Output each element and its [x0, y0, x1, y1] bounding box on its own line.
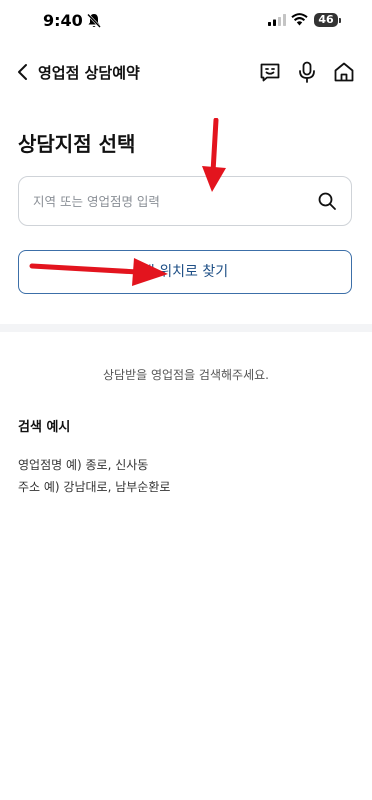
page-title: 영업점 상담예약	[38, 64, 140, 82]
search-example-address: 주소 예) 강남대로, 남부순환로	[18, 480, 171, 494]
microphone-icon[interactable]	[295, 60, 319, 84]
branch-search-input[interactable]	[19, 177, 309, 225]
nav-bar: 영업점 상담예약	[0, 52, 372, 92]
home-icon[interactable]	[332, 60, 356, 84]
chatbot-icon[interactable]	[258, 60, 282, 84]
wifi-icon	[291, 13, 308, 26]
back-button[interactable]	[14, 61, 32, 83]
find-by-my-location-button[interactable]: 내 위치로 찾기	[18, 250, 352, 294]
search-hint-text: 상담받을 영업점을 검색해주세요.	[102, 368, 269, 382]
search-icon[interactable]	[317, 191, 337, 211]
status-time: 9:40	[43, 11, 83, 30]
status-bar: 9:40 46	[0, 0, 372, 44]
section-divider	[0, 324, 372, 332]
branch-search-box	[18, 176, 352, 226]
section-title: 상담지점 선택	[18, 132, 136, 156]
search-examples-title: 검색 예시	[18, 420, 71, 435]
bell-off-icon	[87, 13, 101, 28]
battery-indicator: 46	[314, 13, 338, 27]
battery-tip	[339, 18, 341, 23]
search-example-branch: 영업점명 예) 종로, 신사동	[18, 458, 149, 472]
cellular-signal-icon	[268, 14, 286, 26]
